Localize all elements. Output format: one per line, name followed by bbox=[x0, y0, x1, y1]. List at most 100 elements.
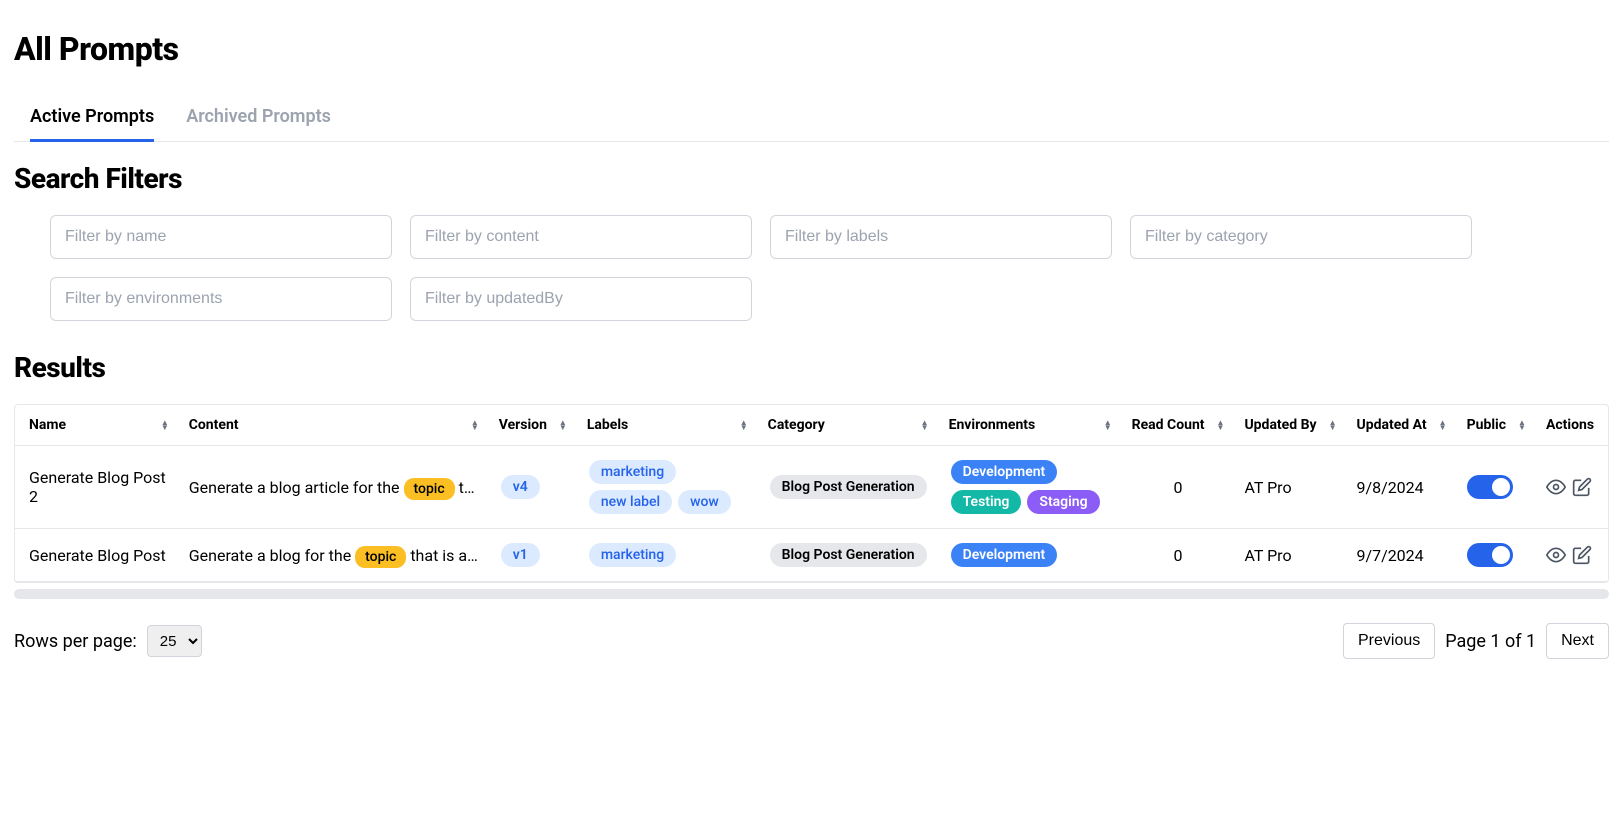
results-table-wrap: Name Content Version Labels Category Environm… bbox=[14, 404, 1609, 583]
label-chip: marketing bbox=[589, 543, 676, 567]
column-header[interactable]: Labels bbox=[577, 405, 758, 446]
cell-content: Generate a blog article for the topic th… bbox=[179, 446, 489, 529]
cell-public bbox=[1457, 446, 1536, 529]
tab-archived-prompts[interactable]: Archived Prompts bbox=[186, 96, 331, 142]
rows-per-page-select[interactable]: 25 bbox=[147, 625, 202, 657]
cell-environments: Development TestingStaging bbox=[939, 446, 1122, 529]
cell-actions bbox=[1536, 529, 1608, 582]
view-icon[interactable] bbox=[1546, 545, 1566, 565]
next-button[interactable]: Next bbox=[1546, 623, 1609, 659]
filter-name-input[interactable] bbox=[50, 215, 392, 259]
cell-labels: marketing bbox=[577, 529, 758, 582]
sort-icon[interactable] bbox=[1439, 420, 1447, 430]
environment-chip: Development bbox=[951, 460, 1058, 484]
filter-environments-input[interactable] bbox=[50, 277, 392, 321]
cell-updated-at: 9/7/2024 bbox=[1347, 529, 1457, 582]
column-header-label: Category bbox=[768, 417, 825, 433]
filter-updatedby-input[interactable] bbox=[410, 277, 752, 321]
rows-per-page: Rows per page: 25 bbox=[14, 625, 202, 657]
label-chip: wow bbox=[678, 490, 731, 514]
version-chip: v1 bbox=[501, 543, 540, 567]
horizontal-scrollbar[interactable] bbox=[14, 589, 1609, 599]
search-filters-title: Search Filters bbox=[14, 162, 1609, 195]
column-header[interactable]: Actions bbox=[1536, 405, 1608, 446]
results-title: Results bbox=[14, 351, 1609, 384]
version-chip: v4 bbox=[501, 475, 540, 499]
sort-icon[interactable] bbox=[1104, 420, 1112, 430]
public-toggle[interactable] bbox=[1467, 475, 1513, 499]
sort-icon[interactable] bbox=[161, 420, 169, 430]
cell-read-count: 0 bbox=[1122, 446, 1235, 529]
topic-chip: topic bbox=[404, 478, 455, 500]
view-icon[interactable] bbox=[1546, 477, 1566, 497]
page-title: All Prompts bbox=[14, 30, 1609, 68]
column-header[interactable]: Environments bbox=[939, 405, 1122, 446]
previous-button[interactable]: Previous bbox=[1343, 623, 1435, 659]
rows-per-page-label: Rows per page: bbox=[14, 631, 137, 652]
cell-updated-at: 9/8/2024 bbox=[1347, 446, 1457, 529]
column-header-label: Content bbox=[189, 417, 239, 433]
column-header-label: Environments bbox=[949, 417, 1036, 433]
column-header[interactable]: Content bbox=[179, 405, 489, 446]
column-header-label: Version bbox=[499, 417, 547, 433]
cell-category: Blog Post Generation bbox=[758, 529, 939, 582]
sort-icon[interactable] bbox=[1217, 420, 1225, 430]
cell-updated-by: AT Pro bbox=[1234, 446, 1346, 529]
column-header-label: Actions bbox=[1546, 417, 1594, 433]
cell-public bbox=[1457, 529, 1536, 582]
filter-labels-input[interactable] bbox=[770, 215, 1112, 259]
column-header[interactable]: Updated By bbox=[1234, 405, 1346, 446]
sort-icon[interactable] bbox=[559, 420, 567, 430]
sort-icon[interactable] bbox=[471, 420, 479, 430]
label-chip: marketing bbox=[589, 460, 676, 484]
cell-content: Generate a blog for the topic that is at… bbox=[179, 529, 489, 582]
label-chip: new label bbox=[589, 490, 672, 514]
sort-icon[interactable] bbox=[1518, 420, 1526, 430]
column-header[interactable]: Name bbox=[15, 405, 179, 446]
cell-version: v1 bbox=[489, 529, 577, 582]
category-chip: Blog Post Generation bbox=[770, 475, 927, 499]
cell-read-count: 0 bbox=[1122, 529, 1235, 582]
column-header-label: Name bbox=[29, 417, 66, 433]
page-info: Page 1 of 1 bbox=[1445, 631, 1536, 652]
sort-icon[interactable] bbox=[921, 420, 929, 430]
environment-chip: Testing bbox=[951, 490, 1022, 514]
cell-labels: marketing new labelwow bbox=[577, 446, 758, 529]
column-header[interactable]: Version bbox=[489, 405, 577, 446]
cell-name: Generate Blog Post 2 bbox=[15, 446, 179, 529]
filter-category-input[interactable] bbox=[1130, 215, 1472, 259]
column-header[interactable]: Read Count bbox=[1122, 405, 1235, 446]
edit-icon[interactable] bbox=[1572, 477, 1592, 497]
topic-chip: topic bbox=[355, 546, 406, 568]
column-header-label: Read Count bbox=[1132, 417, 1205, 433]
column-header[interactable]: Updated At bbox=[1347, 405, 1457, 446]
column-header[interactable]: Category bbox=[758, 405, 939, 446]
category-chip: Blog Post Generation bbox=[770, 543, 927, 567]
table-row: Generate Blog Post 2Generate a blog arti… bbox=[15, 446, 1608, 529]
pager: Previous Page 1 of 1 Next bbox=[1343, 623, 1609, 659]
column-header-label: Updated By bbox=[1244, 417, 1316, 433]
cell-category: Blog Post Generation bbox=[758, 446, 939, 529]
cell-name: Generate Blog Post bbox=[15, 529, 179, 582]
filter-content-input[interactable] bbox=[410, 215, 752, 259]
sort-icon[interactable] bbox=[1329, 420, 1337, 430]
column-header-label: Public bbox=[1467, 417, 1506, 433]
edit-icon[interactable] bbox=[1572, 545, 1592, 565]
column-header-label: Updated At bbox=[1357, 417, 1427, 433]
tabs: Active Prompts Archived Prompts bbox=[14, 96, 1609, 142]
environment-chip: Staging bbox=[1027, 490, 1099, 514]
pagination: Rows per page: 25 Previous Page 1 of 1 N… bbox=[14, 623, 1609, 659]
cell-environments: Development bbox=[939, 529, 1122, 582]
sort-icon[interactable] bbox=[740, 420, 748, 430]
table-row: Generate Blog PostGenerate a blog for th… bbox=[15, 529, 1608, 582]
results-table: Name Content Version Labels Category Environm… bbox=[15, 405, 1608, 582]
cell-version: v4 bbox=[489, 446, 577, 529]
column-header-label: Labels bbox=[587, 417, 628, 433]
cell-updated-by: AT Pro bbox=[1234, 529, 1346, 582]
filters bbox=[50, 215, 1609, 321]
tab-active-prompts[interactable]: Active Prompts bbox=[30, 96, 154, 142]
column-header[interactable]: Public bbox=[1457, 405, 1536, 446]
environment-chip: Development bbox=[951, 543, 1058, 567]
cell-actions bbox=[1536, 446, 1608, 529]
public-toggle[interactable] bbox=[1467, 543, 1513, 567]
